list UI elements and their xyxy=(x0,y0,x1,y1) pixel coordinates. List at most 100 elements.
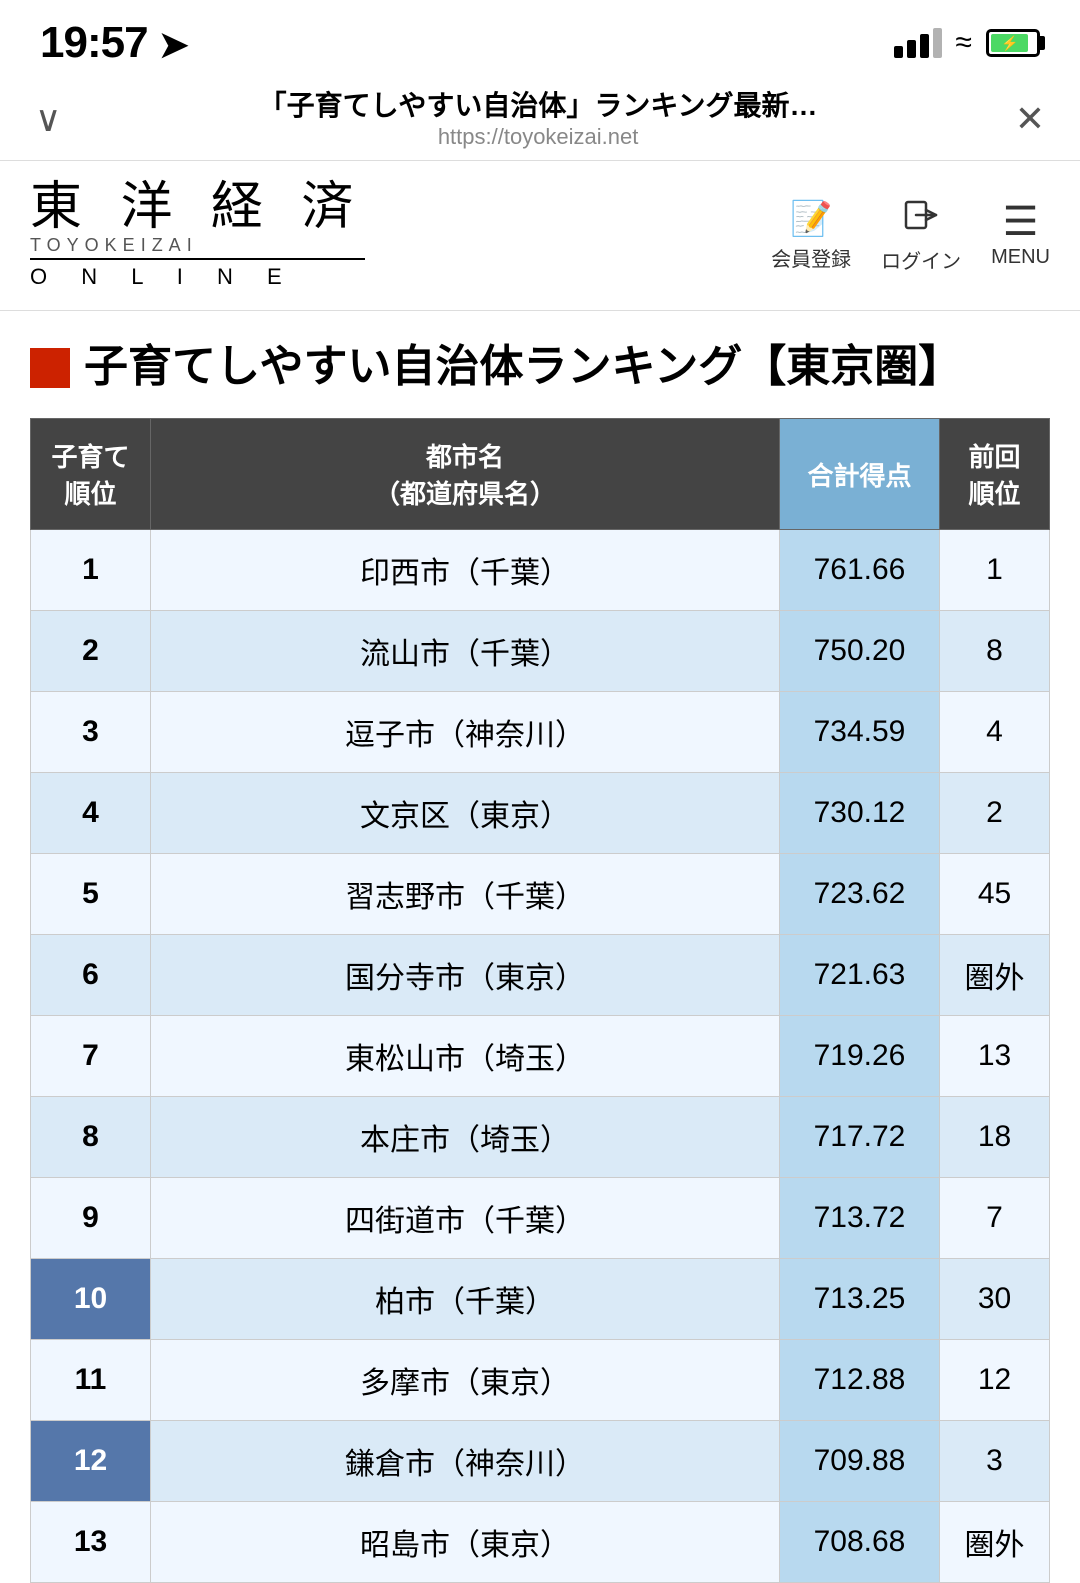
city-cell: 昭島市（東京） xyxy=(151,1502,780,1583)
city-cell: 柏市（千葉） xyxy=(151,1259,780,1340)
city-cell: 逗子市（神奈川） xyxy=(151,692,780,773)
score-cell: 719.26 xyxy=(780,1016,940,1097)
rank-cell: 3 xyxy=(31,692,151,773)
browser-bar: ∨ 「子育てしやすい自治体」ランキング最新… https://toyokeiza… xyxy=(0,78,1080,161)
city-cell: 多摩市（東京） xyxy=(151,1340,780,1421)
site-logo[interactable]: 東 洋 経 済 TOYOKEIZAI O N L I N E xyxy=(30,181,365,290)
table-row: 7東松山市（埼玉）719.2613 xyxy=(31,1016,1050,1097)
table-row: 11多摩市（東京）712.8812 xyxy=(31,1340,1050,1421)
prev-rank-cell: 7 xyxy=(940,1178,1050,1259)
logo-kanji: 東 洋 経 済 xyxy=(30,181,365,233)
prev-rank-cell: 1 xyxy=(940,530,1050,611)
rank-cell: 5 xyxy=(31,854,151,935)
rank-cell: 2 xyxy=(31,611,151,692)
browser-page-title: 「子育てしやすい自治体」ランキング最新… xyxy=(86,88,989,124)
city-cell: 習志野市（千葉） xyxy=(151,854,780,935)
table-row: 12鎌倉市（神奈川）709.883 xyxy=(31,1421,1050,1502)
table-row: 8本庄市（埼玉）717.7218 xyxy=(31,1097,1050,1178)
browser-close-button[interactable]: ✕ xyxy=(1010,93,1050,145)
prev-rank-cell: 圏外 xyxy=(940,935,1050,1016)
member-register-button[interactable]: 📝 会員登録 xyxy=(771,199,851,272)
browser-url: https://toyokeizai.net xyxy=(86,124,989,150)
city-cell: 鎌倉市（神奈川） xyxy=(151,1421,780,1502)
prev-rank-cell: 12 xyxy=(940,1340,1050,1421)
city-cell: 文京区（東京） xyxy=(151,773,780,854)
table-row: 9四街道市（千葉）713.727 xyxy=(31,1178,1050,1259)
logo-roman: TOYOKEIZAI xyxy=(30,235,365,256)
rank-cell: 4 xyxy=(31,773,151,854)
score-cell: 713.25 xyxy=(780,1259,940,1340)
prev-rank-cell: 13 xyxy=(940,1016,1050,1097)
table-row: 10柏市（千葉）713.2530 xyxy=(31,1259,1050,1340)
rank-cell: 10 xyxy=(31,1259,151,1340)
city-cell: 東松山市（埼玉） xyxy=(151,1016,780,1097)
prev-rank-cell: 18 xyxy=(940,1097,1050,1178)
location-arrow-icon: ➤ xyxy=(159,24,188,65)
battery-bolt-icon: ⚡ xyxy=(1001,35,1018,52)
score-cell: 723.62 xyxy=(780,854,940,935)
register-icon: 📝 xyxy=(790,199,832,239)
prev-rank-cell: 3 xyxy=(940,1421,1050,1502)
table-row: 4文京区（東京）730.122 xyxy=(31,773,1050,854)
browser-back-button[interactable]: ∨ xyxy=(30,93,66,145)
prev-rank-cell: 45 xyxy=(940,854,1050,935)
ranking-title: 子育てしやすい自治体ランキング【東京圏】 xyxy=(30,341,1050,394)
hamburger-icon: ☰ xyxy=(1003,202,1039,242)
header-nav: 📝 会員登録 ログイン ☰ MENU xyxy=(771,198,1050,274)
rank-cell: 13 xyxy=(31,1502,151,1583)
score-cell: 750.20 xyxy=(780,611,940,692)
rank-cell: 8 xyxy=(31,1097,151,1178)
city-cell: 国分寺市（東京） xyxy=(151,935,780,1016)
rank-cell: 7 xyxy=(31,1016,151,1097)
prev-rank-cell: 2 xyxy=(940,773,1050,854)
wifi-icon: ≈ xyxy=(956,26,972,60)
status-icons: ≈ ⚡ xyxy=(894,26,1040,60)
col-header-city: 都市名 （都道府県名） xyxy=(151,419,780,530)
score-cell: 717.72 xyxy=(780,1097,940,1178)
col-header-prev: 前回 順位 xyxy=(940,419,1050,530)
prev-rank-cell: 8 xyxy=(940,611,1050,692)
prev-rank-cell: 30 xyxy=(940,1259,1050,1340)
score-cell: 709.88 xyxy=(780,1421,940,1502)
login-label: ログイン xyxy=(881,245,961,274)
rank-cell: 11 xyxy=(31,1340,151,1421)
battery-icon: ⚡ xyxy=(986,29,1040,57)
menu-button[interactable]: ☰ MENU xyxy=(991,202,1050,269)
red-square-icon xyxy=(30,348,70,388)
city-cell: 印西市（千葉） xyxy=(151,530,780,611)
table-header-row: 子育て 順位 都市名 （都道府県名） 合計得点 前回 順位 xyxy=(31,419,1050,530)
ranking-title-text: 子育てしやすい自治体ランキング【東京圏】 xyxy=(84,341,962,394)
city-cell: 流山市（千葉） xyxy=(151,611,780,692)
col-header-rank: 子育て 順位 xyxy=(31,419,151,530)
logo-online: O N L I N E xyxy=(30,258,365,290)
table-row: 1印西市（千葉）761.661 xyxy=(31,530,1050,611)
rank-cell: 1 xyxy=(31,530,151,611)
score-cell: 761.66 xyxy=(780,530,940,611)
rank-cell: 9 xyxy=(31,1178,151,1259)
ranking-table: 子育て 順位 都市名 （都道府県名） 合計得点 前回 順位 1印西市（千葉）76… xyxy=(30,418,1050,1583)
table-row: 5習志野市（千葉）723.6245 xyxy=(31,854,1050,935)
table-row: 6国分寺市（東京）721.63圏外 xyxy=(31,935,1050,1016)
score-cell: 730.12 xyxy=(780,773,940,854)
score-cell: 734.59 xyxy=(780,692,940,773)
status-time: 19:57 ➤ xyxy=(40,18,188,68)
signal-bars-icon xyxy=(894,28,942,58)
score-cell: 721.63 xyxy=(780,935,940,1016)
login-icon xyxy=(904,198,938,241)
rank-cell: 6 xyxy=(31,935,151,1016)
status-bar: 19:57 ➤ ≈ ⚡ xyxy=(0,0,1080,78)
register-label: 会員登録 xyxy=(771,243,851,272)
table-row: 13昭島市（東京）708.68圏外 xyxy=(31,1502,1050,1583)
menu-label: MENU xyxy=(991,246,1050,269)
site-header: 東 洋 経 済 TOYOKEIZAI O N L I N E 📝 会員登録 ログ… xyxy=(0,161,1080,311)
score-cell: 712.88 xyxy=(780,1340,940,1421)
city-cell: 四街道市（千葉） xyxy=(151,1178,780,1259)
score-cell: 708.68 xyxy=(780,1502,940,1583)
article-section: 子育てしやすい自治体ランキング【東京圏】 子育て 順位 都市名 （都道府県名） … xyxy=(0,311,1080,1583)
table-row: 3逗子市（神奈川）734.594 xyxy=(31,692,1050,773)
col-header-score: 合計得点 xyxy=(780,419,940,530)
table-row: 2流山市（千葉）750.208 xyxy=(31,611,1050,692)
browser-title-area: 「子育てしやすい自治体」ランキング最新… https://toyokeizai.… xyxy=(86,88,989,150)
login-button[interactable]: ログイン xyxy=(881,198,961,274)
city-cell: 本庄市（埼玉） xyxy=(151,1097,780,1178)
